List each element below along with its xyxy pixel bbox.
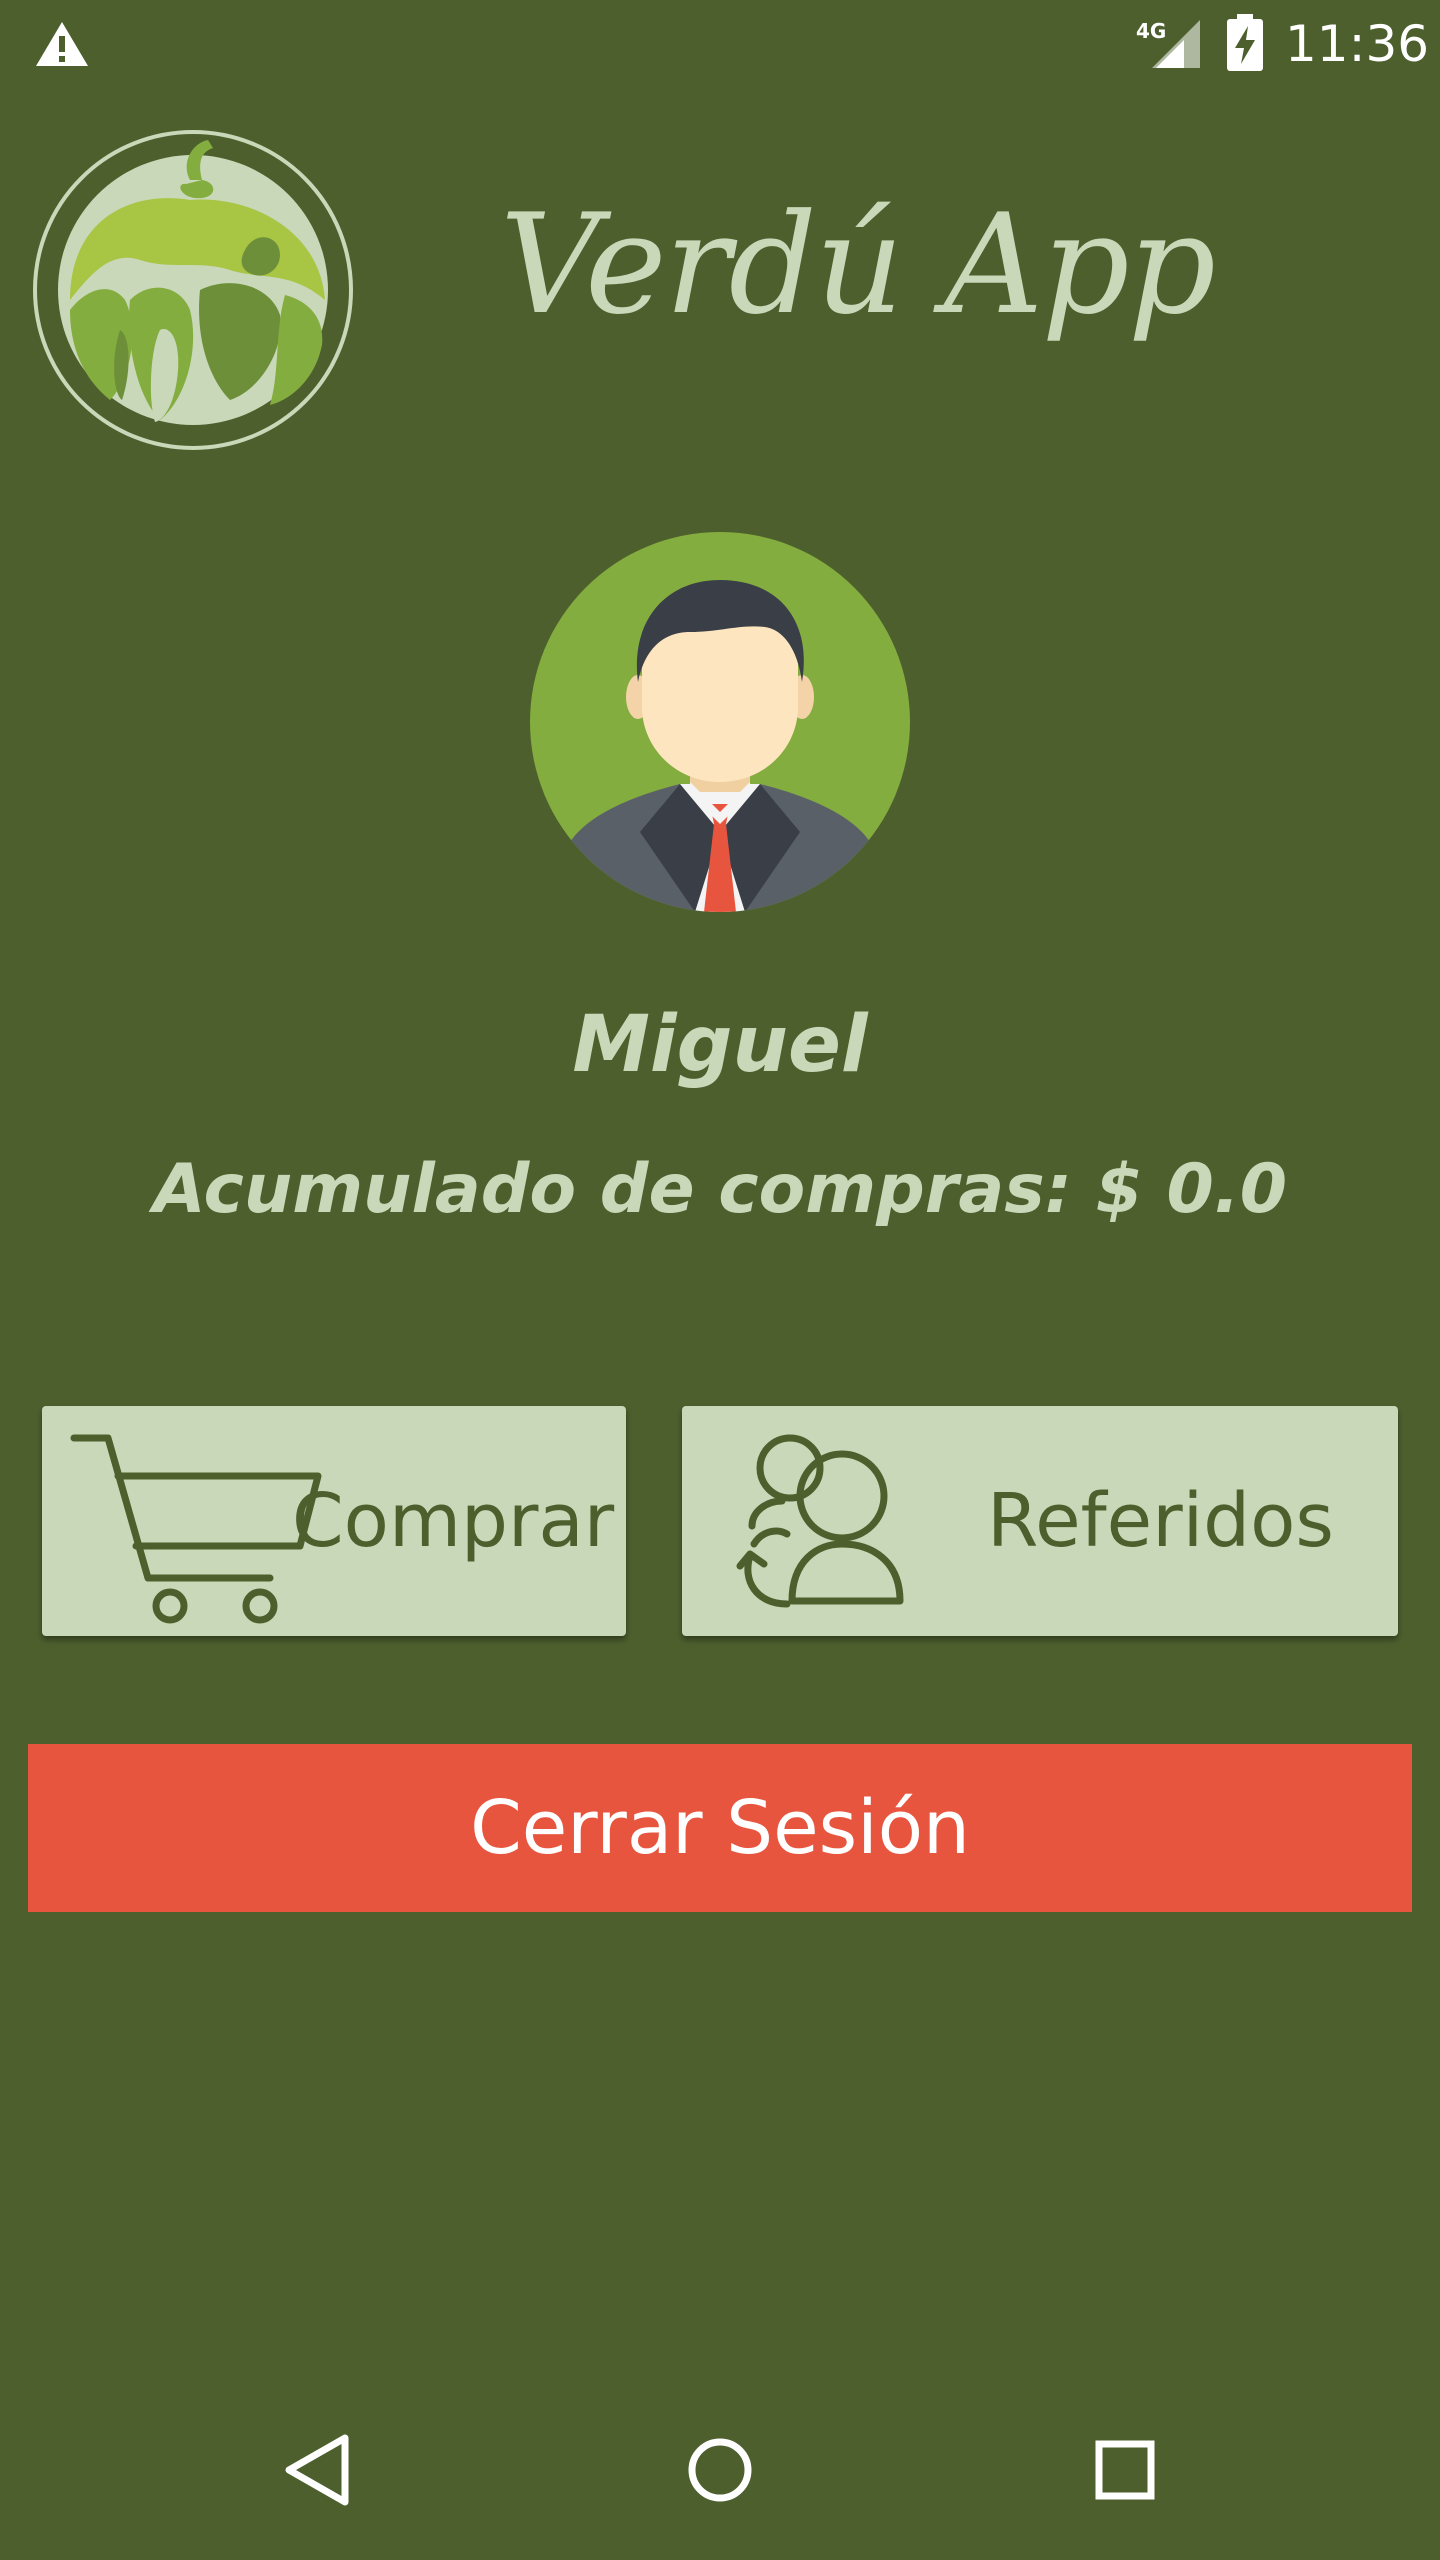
referrals-button-label: Referidos	[987, 1478, 1334, 1564]
network-type-label: 4G	[1136, 19, 1166, 43]
status-bar: 4G 11:36	[0, 0, 1440, 90]
profile-screen: 4G 11:36 Verdú App Miguel Acumulado de c…	[0, 0, 1440, 2560]
user-avatar-icon	[530, 532, 910, 912]
signal-icon: 4G	[1136, 19, 1200, 68]
buy-button[interactable]: Comprar	[42, 1406, 626, 1636]
back-icon[interactable]	[265, 2420, 365, 2520]
purchases-total: Acumulado de compras: $ 0.0	[152, 1150, 1288, 1229]
status-time: 11:36	[1285, 15, 1430, 73]
vegetables-logo-icon	[33, 130, 353, 450]
logout-button-label: Cerrar Sesión	[470, 1785, 970, 1871]
users-refresh-icon	[736, 1434, 904, 1608]
referrals-button[interactable]: Referidos	[682, 1406, 1398, 1636]
home-icon[interactable]	[670, 2420, 770, 2520]
buy-button-label: Comprar	[292, 1478, 615, 1564]
app-title: Verdú App	[500, 184, 1216, 345]
warning-icon	[36, 22, 88, 66]
navigation-bar	[0, 2380, 1440, 2560]
user-name: Miguel	[572, 1000, 868, 1090]
recent-apps-icon[interactable]	[1075, 2420, 1175, 2520]
logout-button[interactable]: Cerrar Sesión	[28, 1744, 1412, 1912]
shopping-cart-icon	[70, 1434, 322, 1624]
battery-charging-icon	[1227, 14, 1263, 71]
